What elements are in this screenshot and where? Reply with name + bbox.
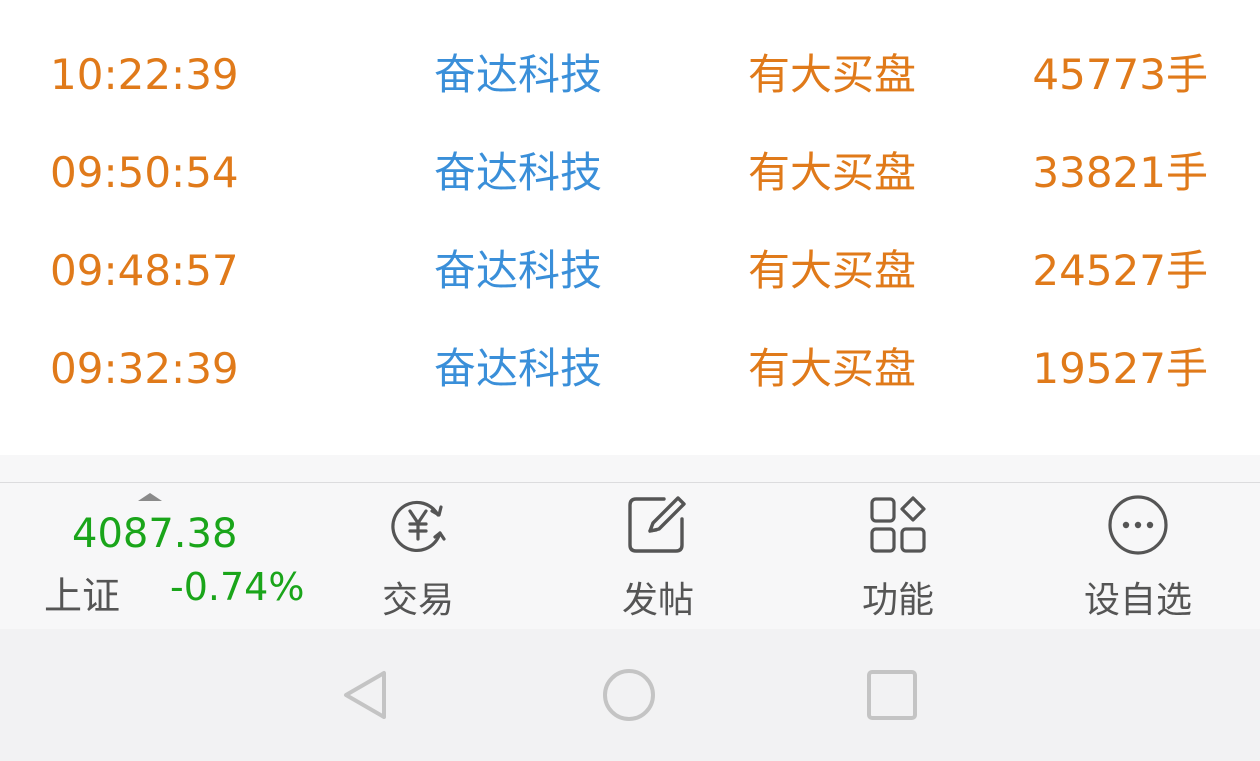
trade-time: 09:32:39 xyxy=(50,344,239,393)
index-ticker[interactable]: 4087.38 上证 -0.74% xyxy=(0,483,304,629)
trade-volume: 45773手 xyxy=(1032,50,1208,99)
caret-up-icon[interactable] xyxy=(138,493,162,501)
add-to-watchlist-button[interactable]: 设自选 xyxy=(1048,483,1228,629)
trade-volume: 33821手 xyxy=(1032,148,1208,197)
index-name: 上证 xyxy=(44,574,121,618)
trade-time: 09:50:54 xyxy=(50,148,239,197)
trade-type: 有大买盘 xyxy=(748,50,917,99)
index-change: -0.74% xyxy=(170,565,305,609)
post-label: 发帖 xyxy=(621,580,694,621)
watch-label: 设自选 xyxy=(1083,580,1192,621)
trade-volume: 24527手 xyxy=(1032,246,1208,295)
home-circle-icon[interactable] xyxy=(593,659,665,731)
stock-name-link[interactable]: 奋达科技 xyxy=(434,222,634,320)
trade-button[interactable]: 交易 xyxy=(328,483,508,629)
function-button[interactable]: 功能 xyxy=(808,483,988,629)
stock-name-link[interactable]: 奋达科技 xyxy=(434,320,634,418)
trade-type: 有大买盘 xyxy=(748,344,917,393)
trade-type: 有大买盘 xyxy=(748,246,917,295)
stock-name-link[interactable]: 奋达科技 xyxy=(434,26,634,124)
apps-grid-icon xyxy=(870,496,926,553)
trade-row[interactable]: 10:22:39 奋达科技 有大买盘 45773手 xyxy=(0,26,1260,124)
trade-row[interactable]: 09:50:54 奋达科技 有大买盘 33821手 xyxy=(0,124,1260,222)
more-circle-icon xyxy=(1108,495,1168,555)
trade-row[interactable]: 09:48:57 奋达科技 有大买盘 24527手 xyxy=(0,222,1260,320)
trade-time: 09:48:57 xyxy=(50,246,239,295)
system-nav-bar xyxy=(0,629,1260,761)
trade-volume: 19527手 xyxy=(1032,344,1208,393)
recent-square-icon[interactable] xyxy=(856,659,928,731)
big-order-list: 10:22:39 奋达科技 有大买盘 45773手 09:50:54 奋达科技 … xyxy=(0,0,1260,455)
trade-type: 有大买盘 xyxy=(748,148,917,197)
function-label: 功能 xyxy=(861,580,934,621)
edit-icon xyxy=(628,496,686,553)
bottom-toolbar: 4087.38 上证 -0.74% 交易 发帖 功能 设自选 xyxy=(0,455,1260,629)
trade-label: 交易 xyxy=(381,580,454,621)
trade-time: 10:22:39 xyxy=(50,50,239,99)
yen-exchange-icon xyxy=(391,500,446,553)
trade-row[interactable]: 09:32:39 奋达科技 有大买盘 19527手 xyxy=(0,320,1260,418)
stock-name-link[interactable]: 奋达科技 xyxy=(434,124,634,222)
back-triangle-icon[interactable] xyxy=(330,659,402,731)
index-value: 4087.38 xyxy=(72,511,238,557)
post-button[interactable]: 发帖 xyxy=(568,483,748,629)
